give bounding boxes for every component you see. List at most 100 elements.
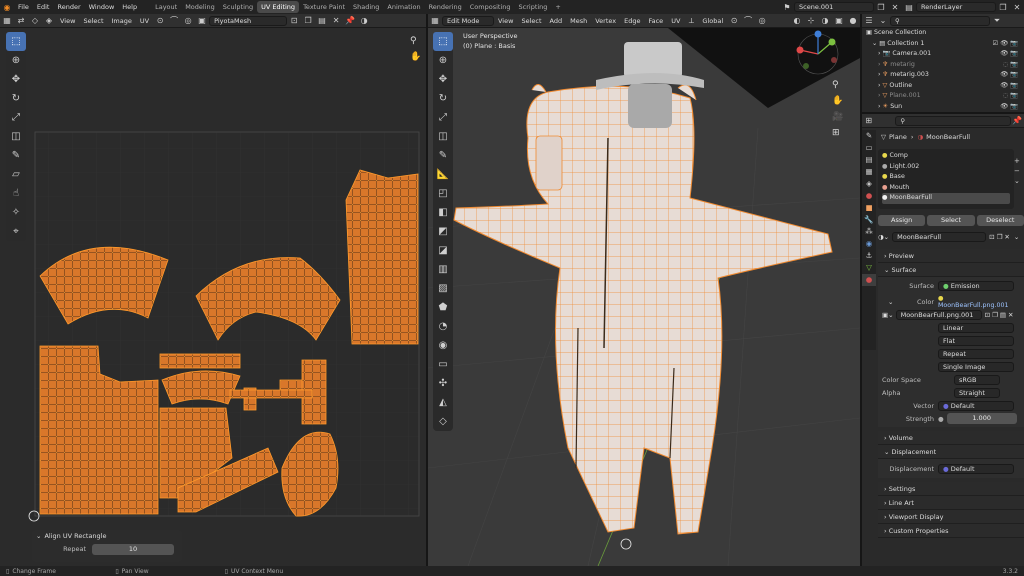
assign-button[interactable]: Assign (878, 215, 926, 226)
transform-tool-icon[interactable]: ◫ (6, 127, 26, 146)
pin-icon[interactable]: 📌 (343, 15, 357, 27)
projection-dropdown[interactable]: Flat (938, 335, 1014, 346)
pivot-icon[interactable]: ⊙ (153, 15, 167, 27)
panel-settings[interactable]: › Settings (878, 482, 1024, 496)
proportional-edit-icon[interactable]: ◎ (755, 15, 769, 27)
particles-tab-icon[interactable]: ⁂ (862, 226, 876, 238)
vp-menu-view[interactable]: View (494, 17, 517, 25)
editor-type-icon[interactable]: ▦ (0, 15, 14, 27)
tab-modeling[interactable]: Modeling (181, 1, 219, 13)
alpha-dropdown[interactable]: Straight (954, 387, 1000, 398)
item-eye-icon[interactable]: ◌ 📷 (1003, 91, 1024, 102)
select-box-tool-icon[interactable]: ⬚ (6, 32, 26, 51)
vp-ortho-icon[interactable]: ⊞ (832, 128, 840, 138)
vp-inset-tool-icon[interactable]: ◩ (433, 222, 453, 241)
vp-measure-tool-icon[interactable]: 📐 (433, 165, 453, 184)
material-browse-icon[interactable]: ◑⌄ (878, 233, 892, 241)
copy-layer-icon[interactable]: ❐ (996, 1, 1010, 13)
vp-edge-slide-tool-icon[interactable]: ▭ (433, 355, 453, 374)
chevron-down-icon[interactable]: ⌄ (878, 298, 893, 306)
modifier-tab-icon[interactable]: 🔧 (862, 214, 876, 226)
orientation-icon[interactable]: ⟂ (684, 15, 698, 27)
tab-rendering[interactable]: Rendering (425, 1, 466, 13)
gizmo-icon[interactable]: ⊹ (804, 15, 818, 27)
collection-check-icon[interactable]: ☑ 👁 📷 (993, 39, 1024, 50)
deselect-button[interactable]: Deselect (976, 215, 1024, 226)
uv-island-3[interactable] (345, 169, 419, 345)
uv-canvas[interactable] (0, 28, 426, 566)
snap-magnet-icon[interactable]: ⌒ (741, 15, 755, 27)
select-mode-icon[interactable]: ◇ (28, 15, 42, 27)
scene-field[interactable]: Scene.001 (794, 2, 874, 12)
tab-sculpting[interactable]: Sculpting (219, 1, 257, 13)
displacement-field[interactable]: ● Default (938, 463, 1014, 474)
vp-shrink-tool-icon[interactable]: ✣ (433, 374, 453, 393)
item-eye-icon[interactable]: 👁 📷 (1000, 81, 1024, 92)
vp-menu-select[interactable]: Select (517, 17, 545, 25)
sample-tool-icon[interactable]: ⌖ (6, 222, 26, 241)
remove-slot-icon[interactable]: − (1014, 166, 1020, 176)
tab-texture-paint[interactable]: Texture Paint (299, 1, 349, 13)
select-button[interactable]: Select (927, 215, 975, 226)
tool-tab-icon[interactable]: ✎ (862, 130, 876, 142)
outliner-item[interactable]: › ☀ Sun 👁 📷 (866, 102, 1024, 113)
xray-icon[interactable]: ▣ (832, 15, 846, 27)
vp-move-tool-icon[interactable]: ✥ (433, 70, 453, 89)
vp-transform-tool-icon[interactable]: ◫ (433, 127, 453, 146)
vp-menu-edge[interactable]: Edge (620, 17, 644, 25)
pinch-tool-icon[interactable]: ✧ (6, 203, 26, 222)
uv-menu-view[interactable]: View (56, 17, 79, 25)
vp-menu-uv[interactable]: UV (667, 17, 684, 25)
3d-cursor[interactable] (620, 538, 632, 550)
uv-island-6[interactable] (161, 370, 241, 405)
vp-cursor-tool-icon[interactable]: ⊕ (433, 51, 453, 70)
vp-camera-icon[interactable]: 🎥 (832, 112, 843, 122)
add-workspace-icon[interactable]: + (551, 1, 564, 13)
output-tab-icon[interactable]: ▤ (862, 154, 876, 166)
uv-island-10[interactable] (229, 389, 313, 399)
vp-annotate-tool-icon[interactable]: ✎ (433, 146, 453, 165)
world-tab-icon[interactable]: ● (862, 190, 876, 202)
fake-user-icon[interactable]: ⊡ (287, 15, 301, 27)
material-slot[interactable]: ● Base (882, 172, 1010, 183)
outliner-filter-icon[interactable]: ⌄ (876, 15, 890, 27)
pivot-point-icon[interactable]: ⊙ (727, 15, 741, 27)
uv-menu-image[interactable]: Image (108, 17, 136, 25)
strength-field[interactable]: 1.000 (946, 413, 1017, 424)
visibility-icon[interactable]: ◐ (790, 15, 804, 27)
tab-layout[interactable]: Layout (151, 1, 181, 13)
annotate-tool-icon[interactable]: ✎ (6, 146, 26, 165)
zoom-icon[interactable]: ⚲ (410, 36, 417, 46)
image-name-field[interactable]: MoonBearFull.png.001 (895, 309, 982, 320)
snap-icon[interactable]: ⌒ (167, 15, 181, 27)
surface-shader-field[interactable]: ● Emission (938, 280, 1014, 291)
item-eye-icon[interactable]: 👁 📷 (1000, 70, 1024, 81)
menu-help[interactable]: Help (118, 3, 141, 11)
chevron-down-icon[interactable]: ⌄ (36, 532, 41, 540)
outliner-item[interactable]: › ▽ Plane.001 ◌ 📷 (866, 91, 1024, 102)
display-channels-icon[interactable]: ◑ (357, 15, 371, 27)
view-layer-tab-icon[interactable]: ▦ (862, 166, 876, 178)
image-copy-icon[interactable]: ❐ (990, 311, 998, 319)
vp-menu-face[interactable]: Face (644, 17, 667, 25)
vp-bevel-tool-icon[interactable]: ◪ (433, 241, 453, 260)
uv-island-5[interactable] (159, 353, 241, 369)
move-tool-icon[interactable]: ✥ (6, 70, 26, 89)
vp-spin-tool-icon[interactable]: ◔ (433, 317, 453, 336)
panel-viewport-display[interactable]: › Viewport Display (878, 510, 1024, 524)
item-eye-icon[interactable]: 👁 📷 (1000, 102, 1024, 113)
image-open-icon[interactable]: ▤ (998, 311, 1006, 319)
vp-shear-tool-icon[interactable]: ◭ (433, 393, 453, 412)
panel-lineart[interactable]: › Line Art (878, 496, 1024, 510)
vp-menu-add[interactable]: Add (546, 17, 567, 25)
outliner-scene-collection[interactable]: ▣ Scene Collection (866, 28, 1024, 39)
scale-tool-icon[interactable]: ⤢ (6, 108, 26, 127)
panel-surface[interactable]: ⌄ Surface (878, 263, 1024, 277)
source-dropdown[interactable]: Single Image (938, 361, 1014, 372)
render-tab-icon[interactable]: ▭ (862, 142, 876, 154)
viewport-scene[interactable] (428, 28, 860, 566)
menu-edit[interactable]: Edit (33, 3, 54, 11)
material-slot[interactable]: ● Mouth (882, 183, 1010, 194)
interpolation-dropdown[interactable]: Linear (938, 322, 1014, 333)
object-tab-icon[interactable]: ■ (862, 202, 876, 214)
